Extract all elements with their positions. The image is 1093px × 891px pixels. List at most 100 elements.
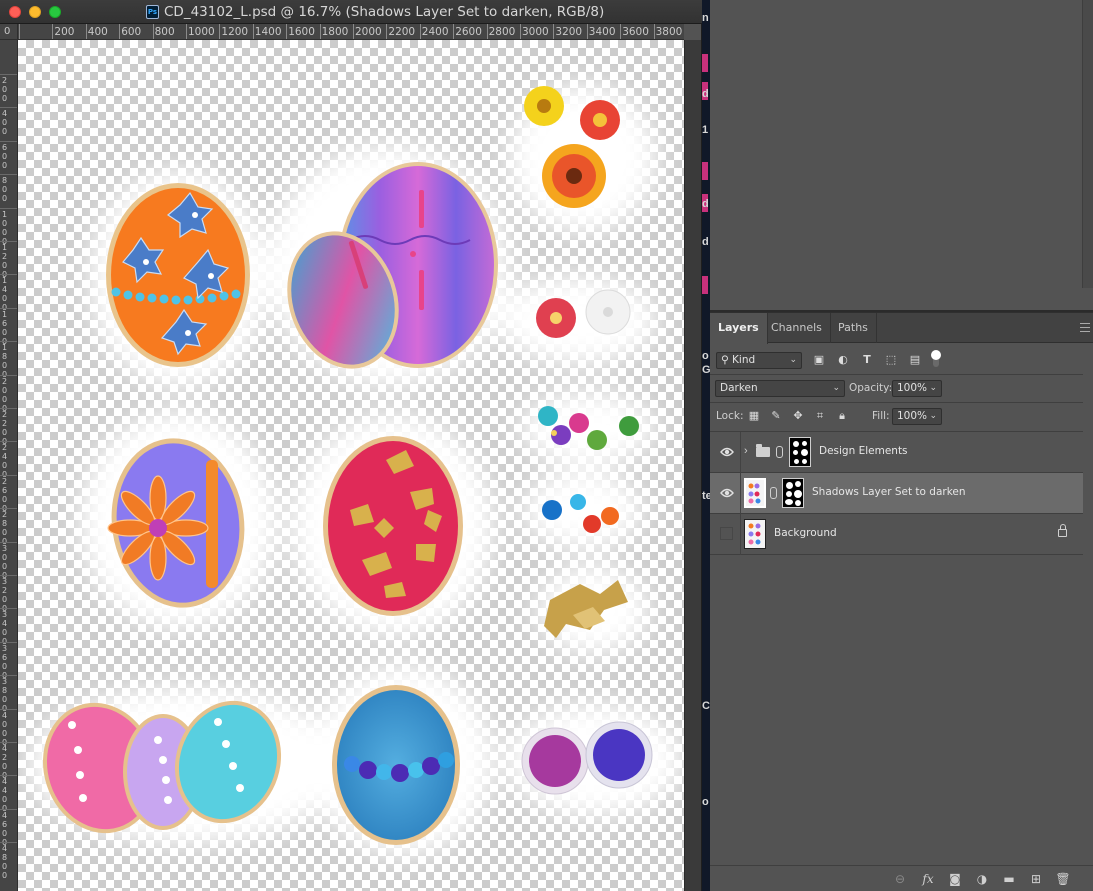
tab-channels[interactable]: Channels — [763, 313, 831, 343]
photoshop-screen: Ps CD_43102_L.psd @ 16.7% (Shadows Layer… — [0, 0, 1093, 891]
lock-transparent-pixels-icon[interactable]: ▦ — [747, 409, 761, 423]
canvas-vertical-scrollbar[interactable] — [684, 40, 701, 891]
ruler-tick — [186, 24, 187, 39]
ruler-tick — [0, 307, 17, 309]
fx-icon[interactable]: fx — [920, 871, 936, 887]
document-window: Ps CD_43102_L.psd @ 16.7% (Shadows Layer… — [0, 0, 702, 891]
ruler-label: 3000 — [522, 26, 549, 38]
layer-mask-thumbnail[interactable] — [782, 478, 804, 508]
orange-egg-cookie — [106, 183, 250, 367]
ruler-tick — [0, 374, 17, 376]
ruler-tick — [486, 24, 488, 39]
delete-layer-icon[interactable]: 🗑︎ — [1055, 871, 1071, 887]
upper-panel-area — [710, 0, 1093, 310]
ruler-label: 1400 — [254, 26, 282, 38]
canvas-artwork — [28, 84, 683, 855]
layer-thumbnail[interactable] — [744, 519, 766, 549]
ruler-label: 2600 — [455, 26, 482, 38]
ruler-label: 3800 — [655, 26, 683, 38]
chevron-down-icon[interactable]: ⌄ — [929, 409, 937, 424]
filter-smart-object-icon[interactable]: ▤ — [908, 353, 922, 367]
lock-icon — [1058, 524, 1067, 537]
ruler-label: 1200 — [221, 26, 249, 38]
vertical-ruler[interactable]: 2004006008001000120014001600180020002200… — [0, 40, 18, 891]
ruler-label: 1000 — [188, 26, 215, 38]
ruler-origin[interactable]: 0 — [0, 24, 18, 40]
photoshop-file-icon: Ps — [146, 5, 159, 19]
strip-text: o — [702, 350, 709, 362]
layer-mask-thumbnail[interactable] — [789, 437, 811, 467]
ruler-tick — [0, 708, 17, 710]
ruler-tick — [286, 24, 288, 39]
upper-panel-scrollbar[interactable] — [1082, 0, 1093, 288]
opacity-input[interactable]: 100% ⌄ — [892, 380, 942, 397]
layer-name[interactable]: Design Elements — [819, 445, 908, 457]
expand-chevron-icon[interactable]: › — [744, 445, 748, 457]
ruler-tick — [0, 842, 17, 844]
lock-artboard-icon[interactable]: ⌗ — [813, 409, 827, 423]
layers-panel: Layers Channels Paths ⚲ Kind ⌄ ▣ ◐ T ⬚ ▤… — [710, 312, 1093, 891]
add-mask-icon[interactable]: ◙ — [947, 871, 963, 887]
filter-adjustment-icon[interactable]: ◐ — [836, 353, 850, 367]
lock-position-icon[interactable]: ✥ — [791, 409, 805, 423]
layer-name[interactable]: Background — [774, 527, 837, 539]
strip-marker — [702, 276, 708, 294]
layer-row-shadows[interactable]: Shadows Layer Set to darken — [710, 473, 1083, 514]
ruler-label: 2200 — [388, 26, 416, 38]
document-title: CD_43102_L.psd @ 16.7% (Shadows Layer Se… — [164, 4, 605, 20]
blend-mode-select[interactable]: Darken ⌄ — [715, 380, 845, 397]
divider — [710, 374, 1083, 375]
ruler-tick — [0, 742, 17, 743]
ruler-tick — [520, 24, 521, 39]
link-chain-icon[interactable] — [770, 487, 777, 499]
ruler-tick — [353, 24, 354, 39]
ruler-tick — [0, 408, 17, 409]
document-canvas[interactable] — [18, 40, 684, 891]
ruler-tick — [252, 24, 254, 39]
blue-glitter-egg-cookie — [332, 685, 460, 845]
ruler-label: 2800 — [488, 26, 516, 38]
filter-kind-select[interactable]: ⚲ Kind ⌄ — [716, 352, 802, 369]
layer-name[interactable]: Shadows Layer Set to darken — [812, 486, 966, 498]
link-layers-icon[interactable]: ⊖ — [892, 871, 908, 887]
opacity-value: 100% — [897, 382, 928, 394]
minimize-window-button[interactable] — [29, 6, 41, 18]
ruler-label: 600 — [2, 142, 8, 170]
visibility-eye-icon[interactable] — [720, 487, 734, 499]
visibility-eye-icon[interactable] — [720, 446, 734, 458]
filter-toggle-knob[interactable] — [931, 350, 941, 360]
lock-all-icon[interactable]: 🔒︎ — [835, 409, 849, 423]
fill-input[interactable]: 100% ⌄ — [892, 408, 942, 425]
chevron-down-icon[interactable]: ⌄ — [929, 381, 937, 396]
pink-gold-egg-cookie — [323, 436, 463, 616]
strip-text: d — [702, 88, 709, 100]
ruler-label: 2000 — [355, 26, 382, 38]
adjustment-layer-icon[interactable]: ◑ — [974, 871, 990, 887]
tab-layers[interactable]: Layers — [710, 313, 768, 344]
new-layer-icon[interactable]: ⊞ — [1028, 871, 1044, 887]
strip-text: d — [702, 198, 709, 210]
tab-paths[interactable]: Paths — [830, 313, 877, 343]
ruler-label: 3600 — [622, 26, 649, 38]
panel-menu-icon[interactable] — [1080, 323, 1090, 332]
blend-mode-value: Darken — [720, 382, 758, 394]
filter-shape-icon[interactable]: ⬚ — [884, 353, 898, 367]
ruler-tick — [0, 541, 17, 543]
layer-thumbnail[interactable] — [744, 478, 766, 508]
layers-bottom-toolbar: ⊖ fx ◙ ◑ ▬ ⊞ 🗑︎ — [710, 865, 1093, 891]
link-chain-icon[interactable] — [776, 446, 783, 458]
filter-type-icon[interactable]: T — [860, 353, 874, 367]
horizontal-ruler[interactable]: 200 400 600 800 1000 1200 1400 1600 1800 2000 2200… — [18, 24, 684, 40]
visibility-toggle-empty[interactable] — [720, 527, 733, 540]
layer-row-design-elements[interactable]: › Design Elements — [710, 432, 1083, 473]
close-window-button[interactable] — [9, 6, 21, 18]
document-title-bar[interactable]: Ps CD_43102_L.psd @ 16.7% (Shadows Layer… — [0, 0, 702, 24]
ruler-tick — [0, 241, 17, 242]
ruler-origin-label: 0 — [4, 26, 11, 37]
layer-row-background[interactable]: Background — [710, 514, 1083, 555]
new-group-icon[interactable]: ▬ — [1001, 871, 1017, 887]
zoom-window-button[interactable] — [49, 6, 61, 18]
lock-image-pixels-icon[interactable]: ✎ — [769, 409, 783, 423]
filter-pixel-icon[interactable]: ▣ — [812, 353, 826, 367]
lock-row: Lock: ▦ ✎ ✥ ⌗ 🔒︎ Fill: 100% ⌄ — [710, 405, 1093, 427]
